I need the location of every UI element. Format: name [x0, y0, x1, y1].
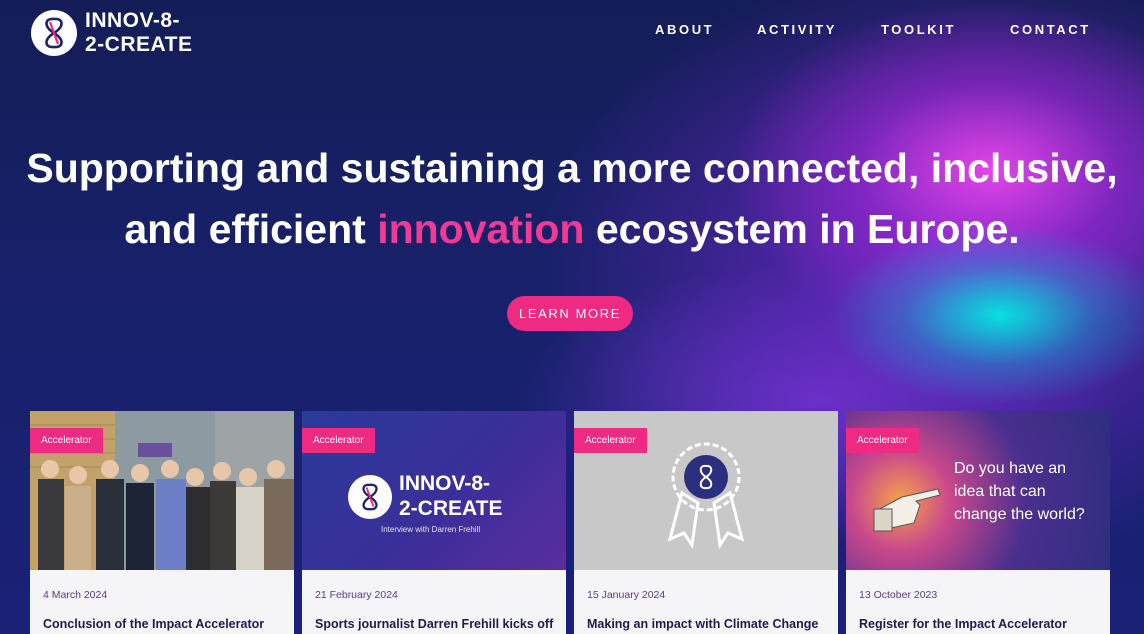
category-badge: Accelerator: [30, 428, 103, 453]
hero-highlight: innovation: [377, 206, 585, 252]
card-title[interactable]: Sports journalist Darren Frehill kicks o…: [315, 617, 560, 631]
card-date: 21 February 2024: [315, 589, 398, 601]
card-date: 15 January 2024: [587, 589, 666, 601]
hero-line-1: Supporting and sustaining a more connect…: [26, 145, 1118, 191]
pointing-hand-image: Do you have an idea that can change the …: [846, 411, 1110, 570]
card-title[interactable]: Register for the Impact Accelerator: [859, 617, 1104, 631]
award-ribbon-image: Accelerator: [574, 411, 838, 570]
site-logo[interactable]: INNOV-8- 2-CREATE: [31, 9, 205, 57]
thumb-question: Do you have an idea that can change the …: [954, 460, 1085, 523]
news-card[interactable]: Accelerator 4 March 2024 Conclusion of t…: [30, 411, 294, 634]
site-header: INNOV-8- 2-CREATE ABOUT ACTIVITY TOOLKIT…: [0, 0, 1144, 70]
card-date: 4 March 2024: [43, 589, 108, 601]
brand-name: INNOV-8- 2-CREATE: [85, 9, 193, 56]
infinity-8-icon: [31, 10, 77, 56]
hero-line-2-after: ecosystem in Europe.: [584, 206, 1020, 252]
news-card[interactable]: Do you have an idea that can change the …: [846, 411, 1110, 634]
nav-toolkit[interactable]: TOOLKIT: [881, 22, 956, 37]
nav-about[interactable]: ABOUT: [655, 22, 714, 37]
news-card[interactable]: INNOV-8- 2-CREATE Interview with Darren …: [302, 411, 566, 634]
hero-headline: Supporting and sustaining a more connect…: [0, 138, 1144, 260]
thumb-brand-name: INNOV-8- 2-CREATE: [399, 472, 503, 520]
learn-more-button[interactable]: LEARN MORE: [507, 296, 633, 331]
category-badge: Accelerator: [302, 428, 375, 453]
brand-banner: INNOV-8- 2-CREATE Interview with Darren …: [302, 411, 566, 570]
news-card[interactable]: Accelerator 15 January 2024 Making an im…: [574, 411, 838, 634]
nav-contact[interactable]: CONTACT: [1010, 22, 1091, 37]
card-title[interactable]: Conclusion of the Impact Accelerator: [43, 617, 288, 631]
category-badge: Accelerator: [846, 428, 919, 453]
category-badge: Accelerator: [574, 428, 647, 453]
thumb-subtitle: Interview with Darren Frehill: [381, 525, 481, 534]
group-photo: Accelerator: [30, 411, 294, 570]
hero-line-2-before: and efficient: [124, 206, 378, 252]
nav-activity[interactable]: ACTIVITY: [757, 22, 837, 37]
infinity-8-icon: [348, 475, 392, 519]
card-date: 13 October 2023: [859, 589, 938, 601]
card-title[interactable]: Making an impact with Climate Change: [587, 617, 832, 631]
